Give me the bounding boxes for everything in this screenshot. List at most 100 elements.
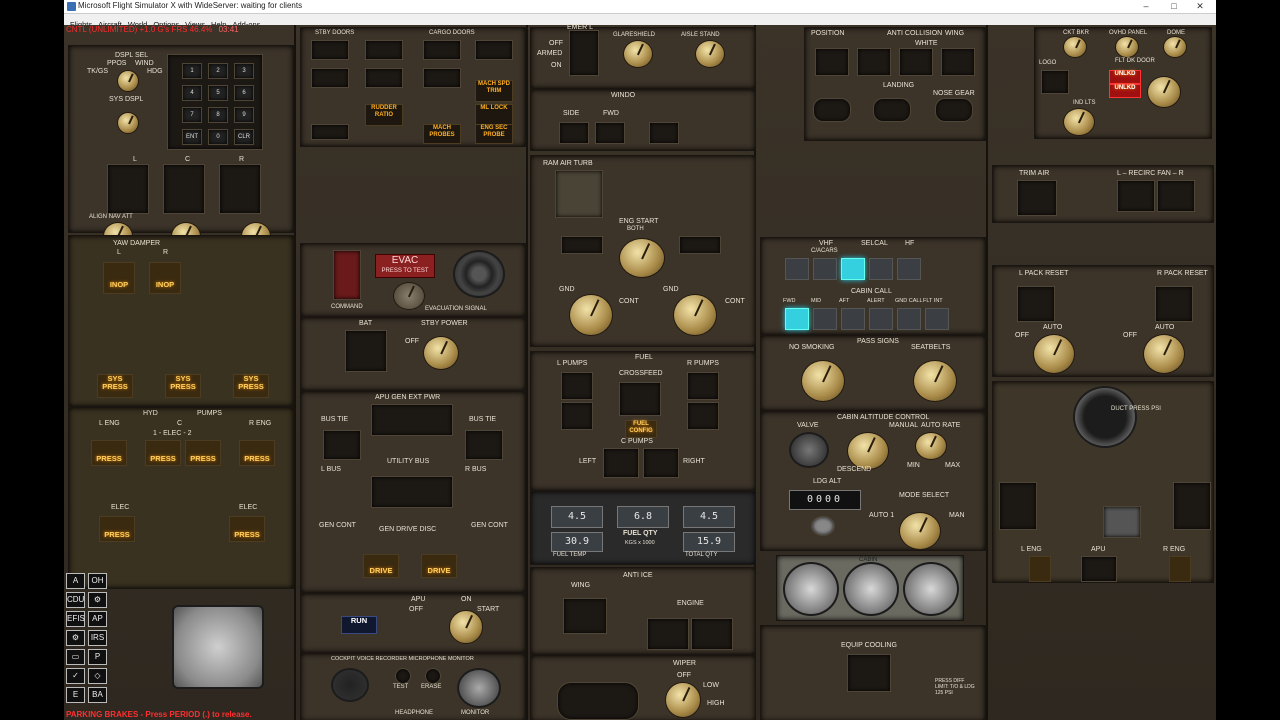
no-smoking-knob[interactable] <box>801 360 845 402</box>
bleed-apu-valve-switch[interactable] <box>1103 506 1141 538</box>
recirc-fan-r-switch[interactable] <box>1157 180 1195 212</box>
hyd-l-elec-pump-button[interactable]: PRESS <box>99 516 135 542</box>
ovhd-panel-knob[interactable] <box>1115 36 1139 58</box>
close-button[interactable]: ✕ <box>1186 0 1214 13</box>
cvr-test-button[interactable] <box>395 668 411 684</box>
hyd-l-eng-pump-button[interactable]: PRESS <box>91 440 127 466</box>
irs-key-6[interactable]: 6 <box>234 85 254 101</box>
cabin-call-alert-button[interactable] <box>869 308 893 330</box>
l-pack-knob[interactable] <box>1033 334 1075 374</box>
sidebar-button-4-0[interactable]: ▭ <box>66 649 85 665</box>
r-pack-knob[interactable] <box>1143 334 1185 374</box>
r-pump-fwd-switch[interactable] <box>687 402 719 430</box>
glareshield-knob[interactable] <box>623 40 653 68</box>
trim-air-switch[interactable] <box>1017 180 1057 216</box>
window-heat-fwd-l-switch[interactable] <box>595 122 625 144</box>
bleed-l-isln-switch[interactable] <box>999 482 1037 530</box>
logo-switch[interactable] <box>1041 70 1069 94</box>
bleed-r-eng-switch[interactable] <box>1169 556 1191 582</box>
stby-power-knob[interactable] <box>423 336 459 370</box>
evac-test-button[interactable]: EVAC PRESS TO TEST <box>375 254 435 278</box>
irs-key-3[interactable]: 3 <box>234 63 254 79</box>
equip-cooling-switch[interactable] <box>847 654 891 692</box>
sidebar-button-3-1[interactable]: IRS <box>88 630 107 646</box>
l-pump-aft-switch[interactable] <box>561 372 593 400</box>
mode-select-knob[interactable] <box>899 512 941 550</box>
sidebar-button-5-1[interactable]: ◇ <box>88 668 107 684</box>
irs-display-selector-knob[interactable] <box>117 70 139 92</box>
ram-air-turb-switch[interactable] <box>555 170 603 218</box>
irs-key-7[interactable]: 7 <box>182 107 202 123</box>
window-heat-side-l-switch[interactable] <box>559 122 589 144</box>
irs-key-0[interactable]: 0 <box>208 129 228 145</box>
cabin-call-mid-button[interactable] <box>813 308 837 330</box>
position-lights-switch[interactable] <box>815 48 849 76</box>
window-heat-fwd-r-switch[interactable] <box>649 122 679 144</box>
hyd-c-elec2-pump-button[interactable]: PRESS <box>185 440 221 466</box>
sidebar-button-1-0[interactable]: CDU <box>66 592 85 608</box>
drive-l-button[interactable]: DRIVE <box>363 554 399 578</box>
r-pack-reset-button[interactable] <box>1155 286 1193 322</box>
wing-lights-switch[interactable] <box>941 48 975 76</box>
ind-lts-knob[interactable] <box>1063 108 1095 136</box>
eng-start-selector-knob[interactable] <box>619 238 665 278</box>
irs-key-9[interactable]: 9 <box>234 107 254 123</box>
start-l-knob[interactable] <box>569 294 613 336</box>
irs-key-ent[interactable]: ENT <box>182 129 202 145</box>
bleed-apu-switch[interactable] <box>1081 556 1117 582</box>
cabin-call-aft-button[interactable] <box>841 308 865 330</box>
landing-r-switch[interactable] <box>873 98 911 122</box>
l-pack-reset-button[interactable] <box>1017 286 1055 322</box>
sidebar-button-0-1[interactable]: OH <box>88 573 107 589</box>
sidebar-button-0-0[interactable]: A <box>66 573 85 589</box>
battery-switch[interactable] <box>345 330 387 372</box>
auto-rate-knob[interactable] <box>915 432 947 460</box>
selcal-light-4[interactable] <box>869 258 893 280</box>
horn-shutoff-knob[interactable] <box>393 282 425 310</box>
start-r-knob[interactable] <box>673 294 717 336</box>
yaw-damper-l-button[interactable]: INOP <box>103 262 135 294</box>
crossfeed-switch[interactable] <box>619 382 661 416</box>
cvr-erase-button[interactable] <box>425 668 441 684</box>
sidebar-button-4-1[interactable]: P <box>88 649 107 665</box>
selcal-light-3[interactable] <box>841 258 865 280</box>
recirc-fan-l-switch[interactable] <box>1117 180 1155 212</box>
beacon-switch[interactable] <box>857 48 891 76</box>
irs-key-8[interactable]: 8 <box>208 107 228 123</box>
r-pump-aft-switch[interactable] <box>687 372 719 400</box>
sidebar-button-2-0[interactable]: EFIS <box>66 611 85 627</box>
c-pump-right-switch[interactable] <box>643 448 679 478</box>
sidebar-button-1-1[interactable]: ⚙ <box>88 592 107 608</box>
sidebar-button-3-0[interactable]: ⚙ <box>66 630 85 646</box>
irs-sys-dspl-knob[interactable] <box>117 112 139 134</box>
sidebar-button-6-1[interactable]: BA <box>88 687 107 703</box>
cabin-call-gnd-call-button[interactable] <box>897 308 921 330</box>
irs-key-2[interactable]: 2 <box>208 63 228 79</box>
apu-gen-ext-switch[interactable] <box>371 404 453 436</box>
irs-key-4[interactable]: 4 <box>182 85 202 101</box>
seatbelts-knob[interactable] <box>913 360 957 402</box>
anti-ice-engine-r-switch[interactable] <box>691 618 733 650</box>
flt-dk-door-knob[interactable] <box>1147 76 1181 108</box>
irs-key-1[interactable]: 1 <box>182 63 202 79</box>
aisle-stand-knob[interactable] <box>695 40 725 68</box>
ldg-alt-knob[interactable] <box>811 516 835 536</box>
l-pump-fwd-switch[interactable] <box>561 402 593 430</box>
evac-command-switch[interactable] <box>333 250 361 300</box>
strobe-switch[interactable] <box>899 48 933 76</box>
selcal-light-2[interactable] <box>813 258 837 280</box>
bus-tie-r-switch[interactable] <box>465 430 503 460</box>
irs-key-5[interactable]: 5 <box>208 85 228 101</box>
cabin-call-fwd-button[interactable] <box>785 308 809 330</box>
hyd-r-eng-pump-button[interactable]: PRESS <box>239 440 275 466</box>
hyd-c-elec1-pump-button[interactable]: PRESS <box>145 440 181 466</box>
apu-selector-knob[interactable] <box>449 610 483 644</box>
landing-nose-switch[interactable] <box>935 98 973 122</box>
hyd-r-elec-pump-button[interactable]: PRESS <box>229 516 265 542</box>
cabin-call-flt-int-button[interactable] <box>925 308 949 330</box>
irs-key-clr[interactable]: CLR <box>234 129 254 145</box>
dome-knob[interactable] <box>1163 36 1187 58</box>
selcal-light-5[interactable] <box>897 258 921 280</box>
c-pump-left-switch[interactable] <box>603 448 639 478</box>
sidebar-button-5-0[interactable]: ✓ <box>66 668 85 684</box>
